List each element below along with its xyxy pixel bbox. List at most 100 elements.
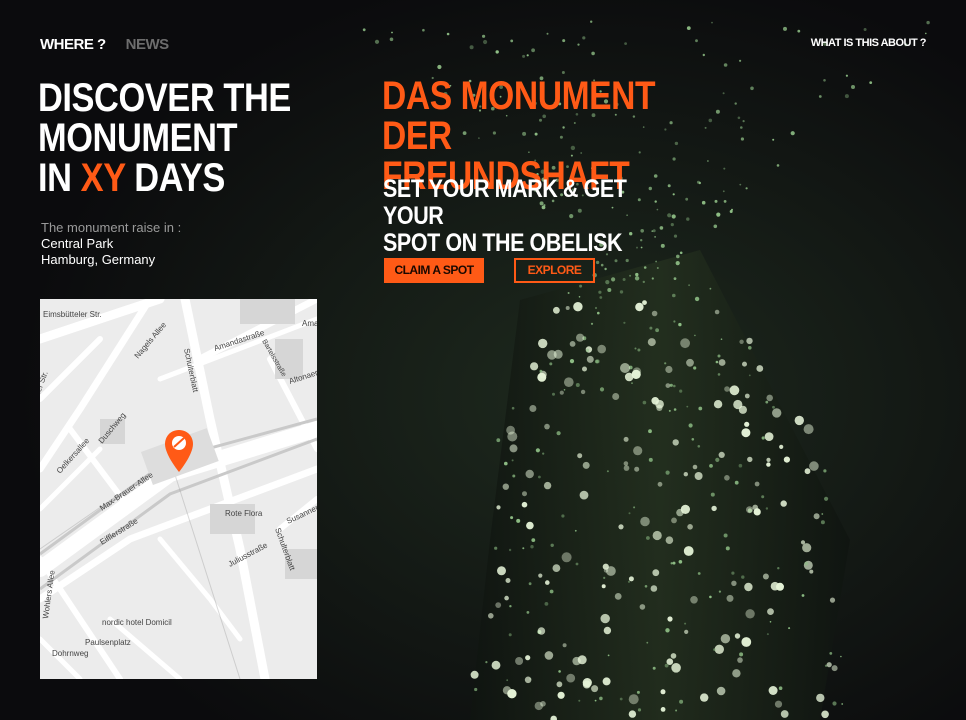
light-dot [783, 26, 787, 31]
light-dot [745, 187, 748, 190]
light-dot [747, 456, 753, 463]
light-dot [580, 389, 586, 395]
light-dot [725, 546, 730, 551]
light-dot [631, 369, 641, 379]
light-dot [823, 469, 827, 473]
light-dot [761, 495, 765, 499]
light-dot [737, 657, 743, 663]
light-dot [602, 677, 611, 686]
nav-where[interactable]: WHERE ? [40, 36, 106, 53]
light-dot [686, 358, 694, 367]
light-dot [582, 366, 587, 372]
light-dot [537, 372, 547, 382]
light-dot [709, 287, 712, 290]
light-dot [569, 359, 575, 364]
light-dot [748, 346, 752, 350]
light-dot [829, 652, 833, 655]
svg-text:Ama: Ama [302, 319, 317, 328]
light-dot [800, 540, 806, 545]
claim-spot-button[interactable]: CLAIM A SPOT [384, 258, 484, 283]
light-dot [623, 465, 630, 471]
light-dot [605, 280, 610, 285]
light-dot [665, 383, 671, 388]
light-dot [628, 710, 637, 718]
light-dot [765, 507, 769, 510]
light-dot [651, 277, 654, 280]
light-dot [575, 383, 580, 387]
light-dot [599, 696, 603, 701]
light-dot [738, 463, 743, 468]
light-dot [495, 50, 499, 54]
light-dot [723, 167, 726, 170]
light-dot [567, 292, 570, 294]
light-dot [538, 573, 543, 578]
light-dot [586, 355, 594, 363]
light-dot [635, 302, 644, 312]
light-dot [723, 63, 728, 67]
light-dot [528, 582, 532, 586]
light-dot [640, 516, 650, 527]
light-dot [826, 662, 832, 668]
location-map[interactable]: Eimsbütteler Str. Nagels Allee Schulterb… [40, 299, 317, 679]
light-dot [690, 596, 698, 604]
light-dot [665, 536, 674, 544]
light-dot [546, 32, 549, 35]
light-dot [647, 338, 656, 347]
light-dot [599, 296, 603, 299]
light-dot [841, 703, 844, 705]
light-dot [818, 95, 822, 98]
light-dot [790, 131, 795, 136]
light-dot [673, 384, 676, 388]
light-dot [646, 641, 649, 644]
light-dot [668, 409, 671, 412]
light-dot [723, 200, 727, 203]
light-dot [512, 474, 516, 478]
light-dot [802, 543, 812, 553]
light-dot [772, 138, 775, 141]
light-dot [620, 363, 630, 373]
light-dot [543, 481, 552, 490]
light-dot [522, 491, 527, 497]
light-dot [714, 199, 718, 203]
light-dot [642, 280, 645, 284]
light-dot [389, 37, 394, 42]
light-dot [711, 21, 713, 24]
light-dot [569, 341, 576, 347]
light-dot [671, 517, 677, 524]
light-dot [761, 436, 765, 440]
light-dot [611, 277, 616, 282]
light-dot [524, 676, 532, 684]
light-dot [845, 74, 849, 77]
light-dot [530, 545, 534, 549]
light-dot [474, 687, 478, 692]
light-dot [724, 475, 730, 481]
light-dot [717, 354, 721, 358]
light-dot [643, 266, 647, 269]
light-dot [831, 665, 838, 672]
light-dot [683, 472, 688, 477]
light-dot [582, 36, 586, 40]
light-dot [591, 685, 599, 693]
light-dot [739, 339, 744, 344]
light-dot [809, 569, 814, 574]
light-dot [557, 691, 565, 699]
light-dot [495, 602, 502, 608]
light-dot [765, 400, 769, 404]
svg-text:nordic hotel Domicil: nordic hotel Domicil [102, 618, 172, 627]
light-dot [701, 200, 706, 205]
light-dot [745, 609, 755, 619]
light-dot [505, 578, 511, 583]
light-dot [772, 405, 775, 409]
light-dot [597, 311, 600, 315]
light-dot [502, 483, 509, 490]
light-dot [577, 43, 580, 46]
explore-button[interactable]: EXPLORE [514, 258, 595, 283]
light-dot [582, 678, 592, 688]
light-dot [652, 530, 662, 541]
light-dot [777, 567, 780, 570]
map-pin-icon[interactable] [163, 428, 195, 474]
light-dot [522, 547, 525, 550]
about-link[interactable]: WHAT IS THIS ABOUT ? [811, 37, 927, 49]
light-dot [844, 94, 849, 99]
nav-news[interactable]: NEWS [126, 36, 170, 53]
